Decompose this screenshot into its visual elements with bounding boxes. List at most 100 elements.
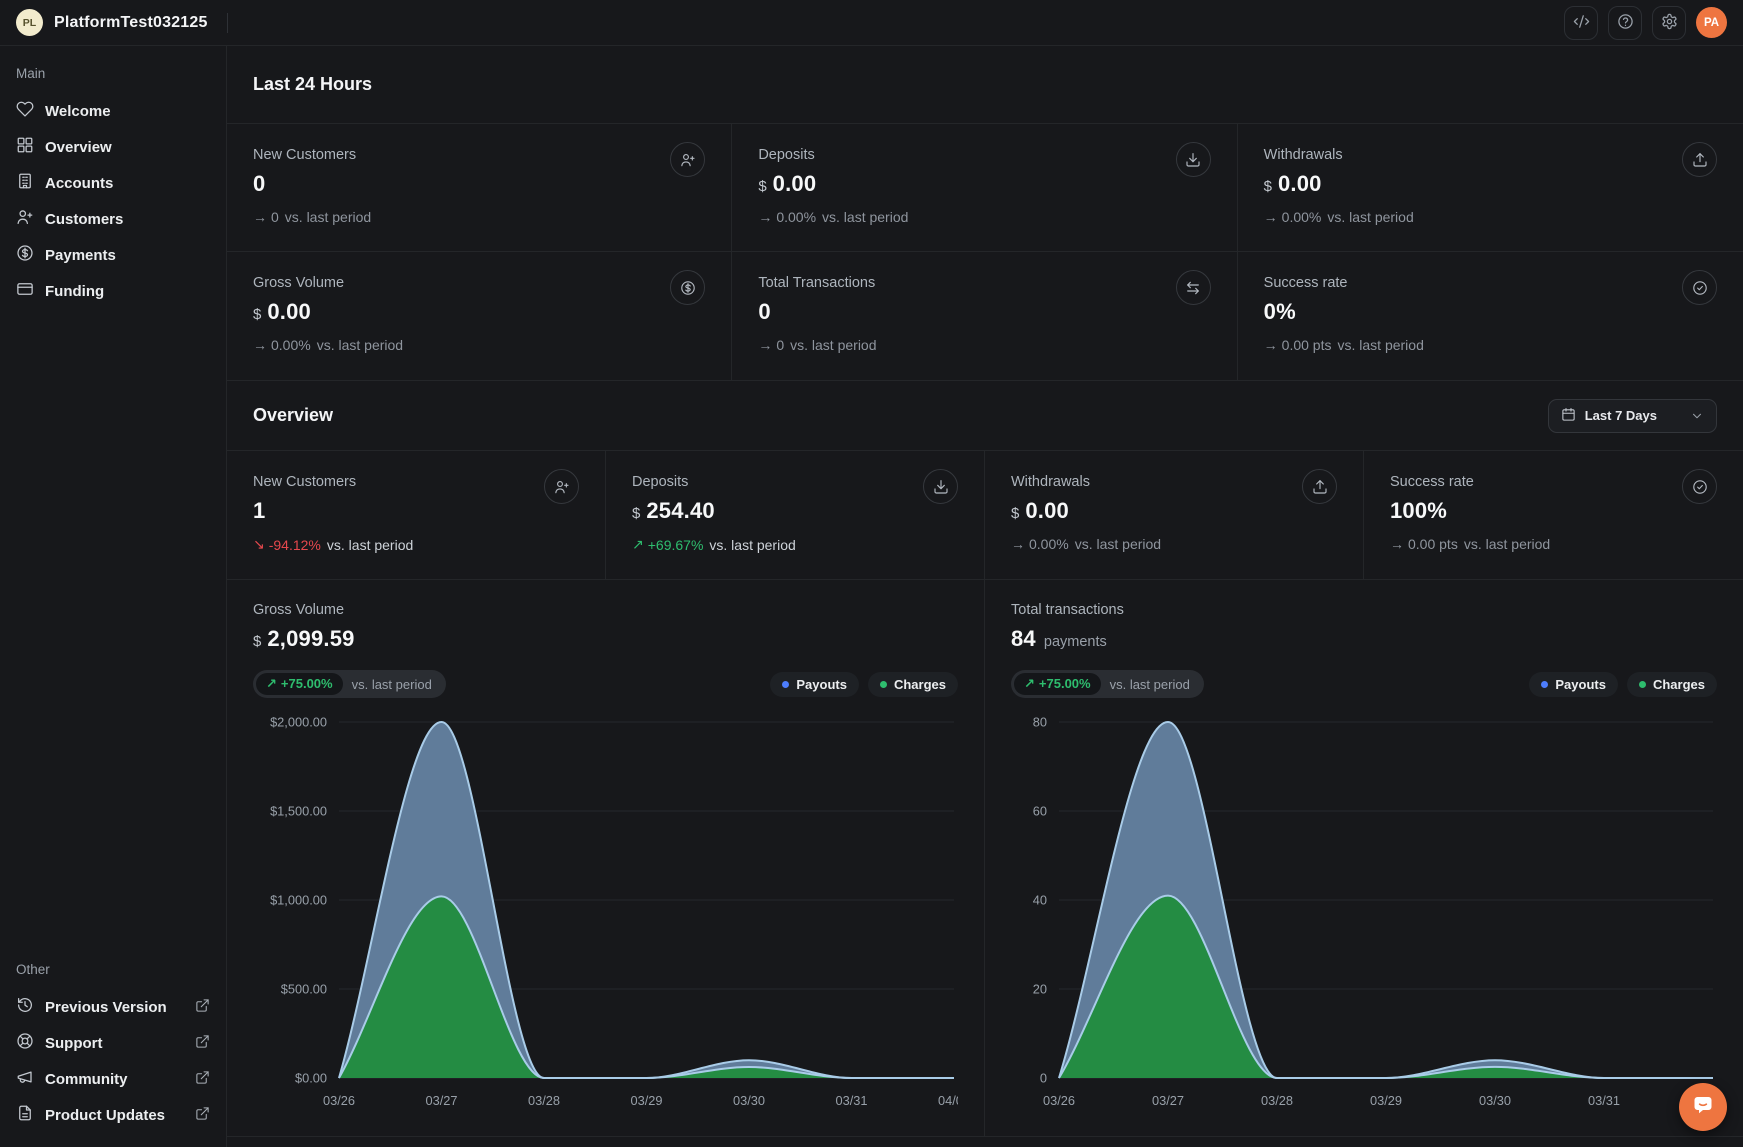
svg-text:03/29: 03/29 (630, 1093, 662, 1108)
trend-badge: ↗+75.00% vs. last period (1011, 670, 1204, 698)
stat-label: Deposits (632, 471, 688, 490)
stat-value: 0 (758, 299, 770, 325)
stat-value: 254.40 (646, 498, 715, 524)
sidebar-item-customers[interactable]: Customers (10, 201, 216, 237)
trend-arrow-icon: → (1264, 209, 1278, 225)
currency-prefix: $ (632, 505, 640, 522)
stat-value: 0.00 (1025, 498, 1069, 524)
svg-text:$2,000.00: $2,000.00 (270, 714, 327, 729)
org-avatar[interactable]: PL (16, 9, 43, 36)
external-link-icon (195, 1106, 210, 1125)
trend-arrow-icon: → (1011, 536, 1025, 552)
legend-payouts[interactable]: Payouts (770, 672, 859, 697)
charts-row: Gross Volume $ 2,099.59 ↗+75.00% vs. las… (227, 580, 1743, 1137)
legend-charges[interactable]: Charges (868, 672, 958, 697)
svg-text:03/26: 03/26 (1043, 1093, 1075, 1108)
svg-text:03/27: 03/27 (425, 1093, 457, 1108)
legend-charges[interactable]: Charges (1627, 672, 1717, 697)
chat-launcher-button[interactable] (1679, 1083, 1727, 1131)
svg-text:03/29: 03/29 (1370, 1093, 1402, 1108)
grid-icon (16, 136, 34, 158)
org-name[interactable]: PlatformTest032125 (54, 14, 208, 32)
overview-card-new-customers: New Customers 1 ↘ -94.12% vs. last perio… (227, 451, 606, 579)
gross-volume-area-chart: $0.00$500.00$1,000.00$1,500.00$2,000.000… (253, 706, 958, 1114)
sidebar-item-community[interactable]: Community (10, 1061, 216, 1097)
settings-button[interactable] (1652, 6, 1686, 40)
heart-icon (16, 100, 34, 122)
sidebar-item-accounts[interactable]: Accounts (10, 165, 216, 201)
legend-payouts[interactable]: Payouts (1529, 672, 1618, 697)
charges-dot-icon (880, 681, 887, 688)
check-circle-icon (1682, 270, 1717, 305)
stat-label: Withdrawals (1011, 471, 1090, 490)
date-range-label: Last 7 Days (1585, 408, 1657, 423)
svg-text:03/28: 03/28 (1261, 1093, 1293, 1108)
credit-card-icon (16, 280, 34, 302)
sidebar-item-previous-version[interactable]: Previous Version (10, 989, 216, 1025)
stat-delta: → 0.00 pts vs. last period (1390, 536, 1717, 552)
stat-value: 0 (253, 171, 265, 197)
user-plus-icon (16, 208, 34, 230)
chart-legend: Payouts Charges (770, 672, 958, 697)
sidebar-item-support[interactable]: Support (10, 1025, 216, 1061)
sidebar-item-product-updates[interactable]: Product Updates (10, 1097, 216, 1133)
stat-card-new-customers: New Customers 0 → 0 vs. last period (227, 124, 732, 252)
help-button[interactable] (1608, 6, 1642, 40)
user-avatar[interactable]: PA (1696, 7, 1727, 38)
sidebar-section-main: Main (10, 60, 216, 93)
sidebar-item-label: Support (45, 1035, 103, 1052)
trend-arrow-icon: → (1264, 337, 1278, 353)
stat-delta: → 0.00% vs. last period (1011, 536, 1337, 552)
svg-text:03/30: 03/30 (733, 1093, 765, 1108)
sidebar-item-payments[interactable]: Payments (10, 237, 216, 273)
stat-delta: → 0.00 pts vs. last period (1264, 337, 1717, 353)
life-buoy-icon (16, 1032, 34, 1054)
sidebar-item-label: Community (45, 1071, 128, 1088)
svg-text:03/28: 03/28 (528, 1093, 560, 1108)
currency-prefix: $ (1011, 505, 1019, 522)
currency-prefix: $ (758, 178, 766, 195)
sidebar-item-welcome[interactable]: Welcome (10, 93, 216, 129)
sidebar-item-label: Payments (45, 247, 116, 264)
stat-delta: → 0 vs. last period (758, 337, 1210, 353)
overview-card-deposits: Deposits $ 254.40 ↗ +69.67% vs. last per… (606, 451, 985, 579)
total-transactions-area-chart: 02040608003/2603/2703/2803/2903/3003/310… (1011, 706, 1717, 1114)
sidebar-item-overview[interactable]: Overview (10, 129, 216, 165)
user-plus-icon (544, 469, 579, 504)
stat-value: 0.00 (267, 299, 311, 325)
overview-grid: New Customers 1 ↘ -94.12% vs. last perio… (227, 451, 1743, 580)
trend-up-arrow-icon: ↗ (266, 676, 277, 691)
upload-icon (1302, 469, 1337, 504)
upload-icon (1682, 142, 1717, 177)
chart-legend: Payouts Charges (1529, 672, 1717, 697)
stat-label: Success rate (1390, 471, 1474, 490)
stat-card-deposits: Deposits $ 0.00 → 0.00% vs. last period (732, 124, 1237, 252)
overview-header: Overview Last 7 Days (227, 381, 1743, 451)
trend-arrow-icon: → (1390, 536, 1404, 552)
dollar-circle-icon (16, 244, 34, 266)
currency-prefix: $ (253, 306, 261, 323)
dashboard-app: PL PlatformTest032125 PA Main Welcome (0, 0, 1743, 1147)
total-transactions-chart-card: Total transactions 84 payments ↗+75.00% … (985, 580, 1743, 1136)
trend-arrow-icon: → (758, 337, 772, 353)
sidebar-item-label: Accounts (45, 175, 113, 192)
stat-label: Success rate (1264, 272, 1348, 291)
gear-icon (1661, 13, 1678, 33)
sidebar-item-funding[interactable]: Funding (10, 273, 216, 309)
external-link-icon (195, 1034, 210, 1053)
svg-text:04/01: 04/01 (938, 1093, 958, 1108)
developers-button[interactable] (1564, 6, 1598, 40)
stat-label: Gross Volume (253, 272, 344, 291)
stat-value: 0.00 (773, 171, 817, 197)
main-content: Last 24 Hours New Customers 0 → (227, 46, 1743, 1147)
stat-value: 100% (1390, 498, 1447, 524)
code-icon (1573, 13, 1590, 33)
sidebar-section-other: Other (10, 952, 216, 989)
page-title-overview: Overview (253, 405, 333, 426)
svg-text:$1,500.00: $1,500.00 (270, 803, 327, 818)
topbar: PL PlatformTest032125 PA (0, 0, 1743, 46)
chart-title: Total transactions (1011, 602, 1717, 618)
external-link-icon (195, 1070, 210, 1089)
trend-up-arrow-icon: ↗ (1024, 676, 1035, 691)
date-range-dropdown[interactable]: Last 7 Days (1548, 399, 1717, 433)
